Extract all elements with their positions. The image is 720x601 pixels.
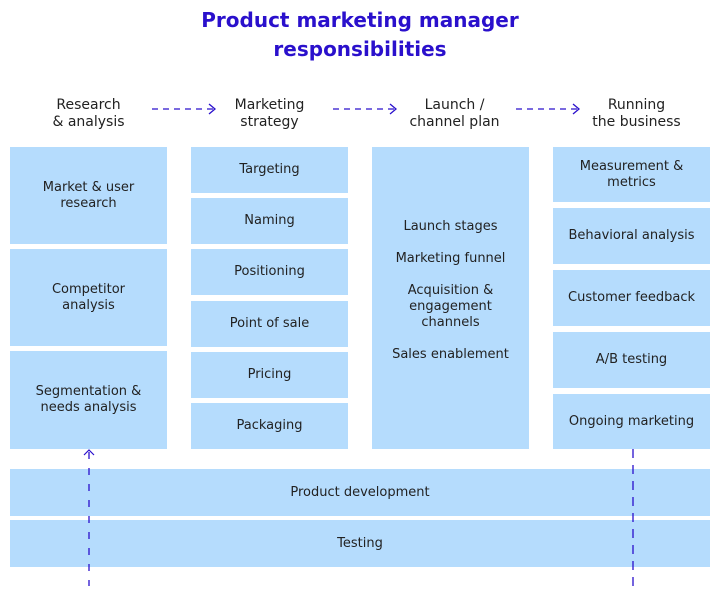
- box-label: Measurement &: [579, 158, 684, 174]
- bar-product-development: Product development: [10, 469, 710, 516]
- arrow-right-icon: [152, 103, 217, 115]
- box-ongoing-marketing: Ongoing marketing: [553, 394, 710, 449]
- box-packaging: Packaging: [191, 403, 348, 449]
- bar-label: Testing: [337, 535, 383, 551]
- box-label: Targeting: [239, 162, 300, 177]
- header-line: Research: [56, 97, 121, 113]
- arrow-right-icon: [516, 103, 581, 115]
- box-label: Pricing: [247, 367, 292, 382]
- bar-label: Product development: [290, 484, 430, 500]
- header-line: the business: [592, 114, 681, 130]
- box-label: Marketing funnel: [395, 251, 506, 266]
- box-label: Positioning: [234, 264, 305, 279]
- box-positioning: Positioning: [191, 249, 348, 295]
- title-line-2: responsibilities: [273, 37, 447, 61]
- box-label: Segmentation &: [35, 384, 142, 399]
- box-label: metrics: [607, 174, 656, 190]
- box-naming: Naming: [191, 198, 348, 244]
- box-segmentation: Segmentation & needs analysis: [10, 351, 167, 449]
- box-label: analysis: [62, 297, 115, 313]
- box-label: A/B testing: [595, 352, 668, 367]
- box-targeting: Targeting: [191, 147, 348, 193]
- box-label-group: Acquisition & engagement channels: [408, 283, 493, 331]
- box-ab-testing: A/B testing: [553, 332, 710, 388]
- box-market-user-research: Market & user research: [10, 147, 167, 244]
- title-line-1: Product marketing manager: [201, 8, 519, 32]
- box-customer-feedback: Customer feedback: [553, 270, 710, 326]
- box-pricing: Pricing: [191, 352, 348, 398]
- header-line: channel plan: [409, 114, 500, 130]
- box-label: Packaging: [236, 418, 303, 433]
- diagram-title: Product marketing manager responsibiliti…: [0, 6, 720, 64]
- box-label: Behavioral analysis: [568, 228, 695, 243]
- box-label: Market & user: [42, 179, 135, 195]
- header-line: strategy: [240, 114, 299, 130]
- box-behavioral-analysis: Behavioral analysis: [553, 208, 710, 264]
- box-label: needs analysis: [40, 400, 137, 415]
- column-header-research: Research & analysis: [10, 97, 167, 131]
- box-label: Ongoing marketing: [568, 413, 695, 429]
- box-label: Point of sale: [229, 316, 310, 331]
- box-label: channels: [421, 315, 480, 330]
- box-launch-channel-plan: Launch stages Marketing funnel Acquisiti…: [372, 147, 529, 449]
- header-line: & analysis: [52, 114, 125, 130]
- box-measurement-metrics: Measurement & metrics: [553, 147, 710, 202]
- box-label: Naming: [244, 213, 295, 228]
- box-label: Acquisition &: [407, 283, 494, 298]
- dashed-line-icon: [632, 449, 634, 586]
- bar-testing: Testing: [10, 520, 710, 567]
- arrow-right-icon: [333, 103, 398, 115]
- box-label: Competitor: [51, 281, 126, 297]
- box-competitor-analysis: Competitor analysis: [10, 249, 167, 346]
- arrow-up-icon: [83, 449, 95, 586]
- box-label: Sales enablement: [392, 347, 509, 362]
- box-label: engagement: [409, 299, 492, 314]
- box-label: Customer feedback: [568, 290, 695, 305]
- box-label: Launch stages: [403, 219, 498, 234]
- box-point-of-sale: Point of sale: [191, 301, 348, 347]
- box-label: research: [60, 195, 117, 211]
